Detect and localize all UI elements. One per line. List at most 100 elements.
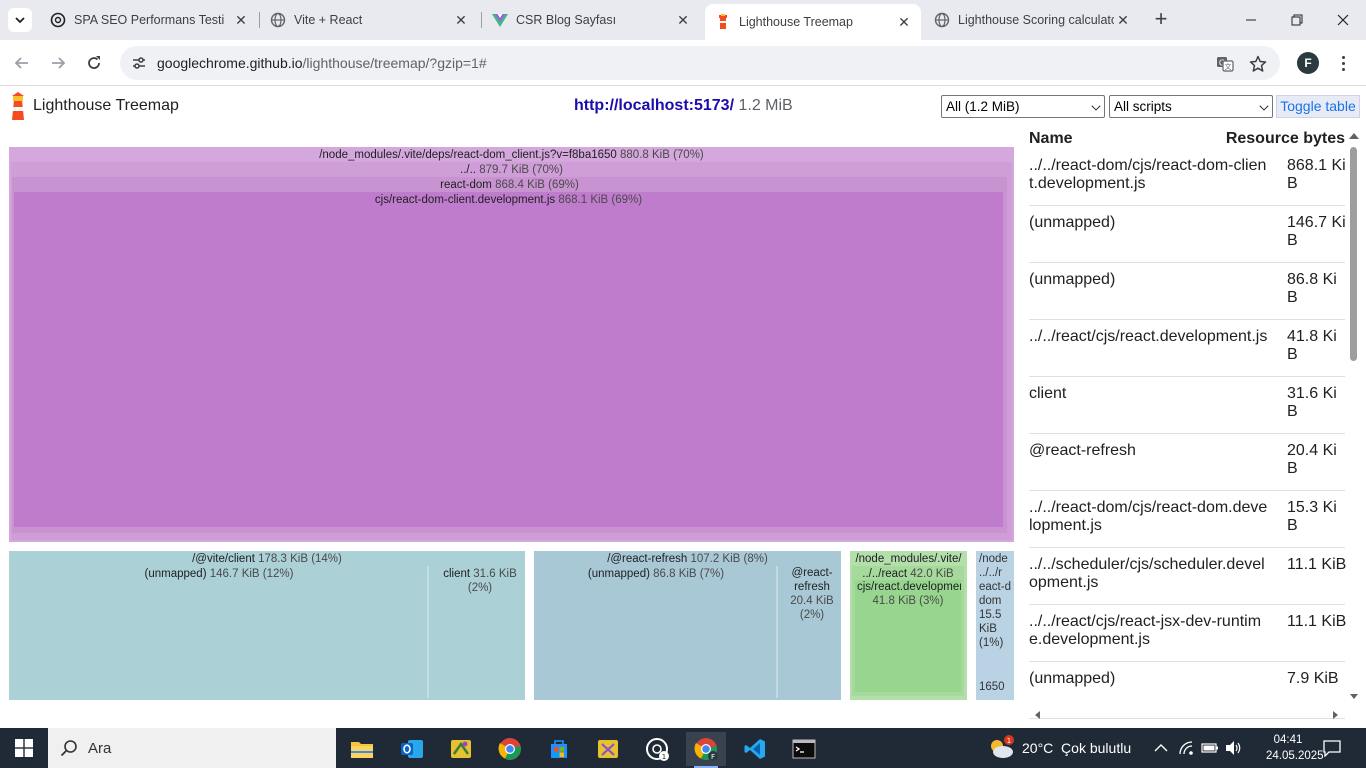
weather-text: 20°C Çok bulutlu <box>1022 740 1132 756</box>
close-window-button[interactable] <box>1320 0 1366 40</box>
reload-button[interactable] <box>82 51 106 75</box>
row-bytes: 11.1 KiB <box>1287 613 1347 630</box>
start-button[interactable] <box>0 728 48 768</box>
minimize-button[interactable] <box>1228 0 1274 40</box>
scrollbar-thumb[interactable] <box>1350 147 1357 361</box>
close-tab-icon[interactable]: ✕ <box>674 11 692 29</box>
node-label: client <box>443 568 471 580</box>
file-explorer-icon[interactable] <box>342 732 382 766</box>
treemap-node-cjs-client[interactable]: cjs/react-dom-client.development.js 868.… <box>14 192 1003 527</box>
notifications-button[interactable] <box>1322 728 1342 768</box>
table-row[interactable]: client 31.6 KiB <box>1029 377 1345 434</box>
taskbar-search-box[interactable]: Ara <box>48 728 336 768</box>
table-row[interactable]: @react-refresh 20.4 KiB <box>1029 434 1345 491</box>
chrome-icon[interactable] <box>490 732 530 766</box>
row-name: ../../react-dom/cjs/react-dom.developmen… <box>1029 499 1268 534</box>
node-label: /node_modules/.vite/ <box>855 553 962 565</box>
treemap-node-refresh-unmapped[interactable]: (unmapped) 86.8 KiB (7%) <box>536 566 778 698</box>
treemap-node-react-development[interactable]: cjs/react.development.js 41.8 KiB (3%) <box>855 580 961 692</box>
table-row[interactable]: (unmapped) 146.7 KiB <box>1029 206 1346 263</box>
close-tab-icon[interactable]: ✕ <box>232 11 250 29</box>
tab-strip: SPA SEO Performans Testi ✕ Vite + React … <box>0 0 1366 40</box>
treemap-node-vite-unmapped[interactable]: (unmapped) 146.7 KiB (12%) <box>11 566 429 698</box>
treemap-node-small[interactable]: /node ../../r eact-d dom 15.5 KiB (1%) 1… <box>976 551 1014 700</box>
node-label: /@vite/client <box>192 553 255 565</box>
bookmark-star-icon[interactable] <box>1248 54 1268 74</box>
table-row[interactable]: (unmapped) 86.8 KiB <box>1029 263 1345 320</box>
close-tab-icon[interactable]: ✕ <box>1114 11 1132 29</box>
site-settings-icon[interactable] <box>130 54 148 72</box>
network-icon[interactable] <box>1178 728 1196 768</box>
terminal-icon[interactable] <box>784 732 824 766</box>
table-row[interactable]: ../../react-dom/cjs/react-dom.developmen… <box>1029 491 1345 548</box>
chrome-profile-icon[interactable]: F <box>686 732 726 768</box>
scripts-filter-value: All scripts <box>1114 99 1172 114</box>
node-label: /node_modules/.vite/deps/react-dom_clien… <box>319 149 617 161</box>
close-tab-icon[interactable]: ✕ <box>895 13 913 31</box>
battery-icon[interactable] <box>1201 728 1219 768</box>
weather-widget[interactable]: 1 20°C Çok bulutlu <box>986 728 1131 768</box>
node-label: ../.. <box>460 164 477 176</box>
scroll-right-icon[interactable] <box>1332 710 1340 720</box>
system-clock[interactable]: 04:41 24.05.2025 <box>1266 732 1324 764</box>
table-row[interactable]: ../../scheduler/cjs/scheduler.developmen… <box>1029 548 1346 605</box>
address-bar[interactable]: googlechrome.github.io/lighthouse/treema… <box>120 46 1280 80</box>
bundle-filter-select[interactable]: All (1.2 MiB) <box>941 95 1105 118</box>
treemap-node-refresh-child[interactable]: @react-refresh 20.4 KiB (2%) <box>786 566 838 698</box>
sort-ascending-icon[interactable] <box>1349 133 1359 139</box>
volume-icon[interactable] <box>1225 728 1243 768</box>
close-icon <box>1337 14 1349 26</box>
microsoft-store-icon[interactable] <box>539 732 579 766</box>
restore-button[interactable] <box>1274 0 1320 40</box>
treemap-node-vite-client-child[interactable]: client 31.6 KiB (2%) <box>438 566 522 698</box>
tab-title: Lighthouse Treemap <box>739 15 853 29</box>
scripts-filter-select[interactable]: All scripts <box>1109 95 1273 118</box>
scroll-left-icon[interactable] <box>1033 710 1041 720</box>
reload-icon <box>88 56 100 69</box>
scroll-down-icon[interactable] <box>1349 693 1359 701</box>
table-row[interactable]: ../../react/cjs/react-jsx-dev-runtime.de… <box>1029 605 1347 662</box>
close-tab-icon[interactable]: ✕ <box>452 11 470 29</box>
node-size: 178.3 KiB (14%) <box>258 553 342 565</box>
node-size: 879.7 KiB (70%) <box>479 164 563 176</box>
column-header-resource-bytes[interactable]: Resource bytes <box>1226 130 1345 148</box>
translate-icon[interactable]: G文 <box>1215 54 1235 74</box>
forward-button[interactable] <box>46 51 70 75</box>
weather-badge: 1 <box>1007 737 1011 745</box>
table-horizontal-scrollbar[interactable] <box>1029 707 1349 721</box>
node-label: KiB <box>979 623 997 635</box>
browser-toolbar: googlechrome.github.io/lighthouse/treema… <box>0 40 1366 86</box>
tool-app-icon[interactable] <box>441 732 481 766</box>
clock-time: 04:41 <box>1273 734 1303 746</box>
back-button[interactable] <box>10 51 34 75</box>
node-label: /node <box>979 553 1008 565</box>
node-size: 868.4 KiB (69%) <box>495 179 579 191</box>
node-label: cjs/react-dom-client.development.js <box>374 194 556 206</box>
tab-vite-react[interactable]: Vite + React ✕ <box>260 0 480 40</box>
browser-menu-icon[interactable] <box>1338 52 1348 74</box>
tab-lighthouse-scoring[interactable]: Lighthouse Scoring calculato ✕ <box>926 0 1140 40</box>
table-row[interactable]: ../../react/cjs/react.development.js 41.8… <box>1029 320 1345 377</box>
outlook-icon[interactable] <box>392 732 432 766</box>
inspected-url-link[interactable]: http://localhost:5173/ <box>574 97 734 114</box>
table-scrollbar[interactable] <box>1348 143 1358 703</box>
tab-spa-seo[interactable]: SPA SEO Performans Testi ✕ <box>40 0 260 40</box>
globe-icon <box>270 12 286 28</box>
table-row[interactable]: ../../react-dom/cjs/react-dom-client.dev… <box>1029 149 1346 206</box>
snipping-tool-icon[interactable] <box>588 732 628 766</box>
show-hidden-icons[interactable] <box>1154 728 1168 768</box>
profile-avatar[interactable]: F <box>1297 52 1319 74</box>
tab-search-button[interactable] <box>8 8 32 32</box>
chatgpt-icon[interactable]: 1 <box>637 732 677 766</box>
row-name: @react-refresh <box>1029 442 1136 459</box>
tab-lighthouse-treemap[interactable]: Lighthouse Treemap ✕ <box>705 4 921 40</box>
vscode-icon[interactable] <box>735 732 775 766</box>
search-placeholder: Ara <box>88 739 112 757</box>
page-url-heading: http://localhost:5173/ 1.2 MiB <box>574 97 793 115</box>
node-size: 868.1 KiB (69%) <box>558 194 643 206</box>
column-header-name[interactable]: Name <box>1029 130 1073 148</box>
lighthouse-logo-icon <box>12 92 24 120</box>
toggle-table-button[interactable]: Toggle table <box>1276 95 1360 118</box>
tab-csr-blog[interactable]: CSR Blog Sayfası ✕ <box>482 0 702 40</box>
new-tab-button[interactable]: + <box>1149 8 1173 32</box>
